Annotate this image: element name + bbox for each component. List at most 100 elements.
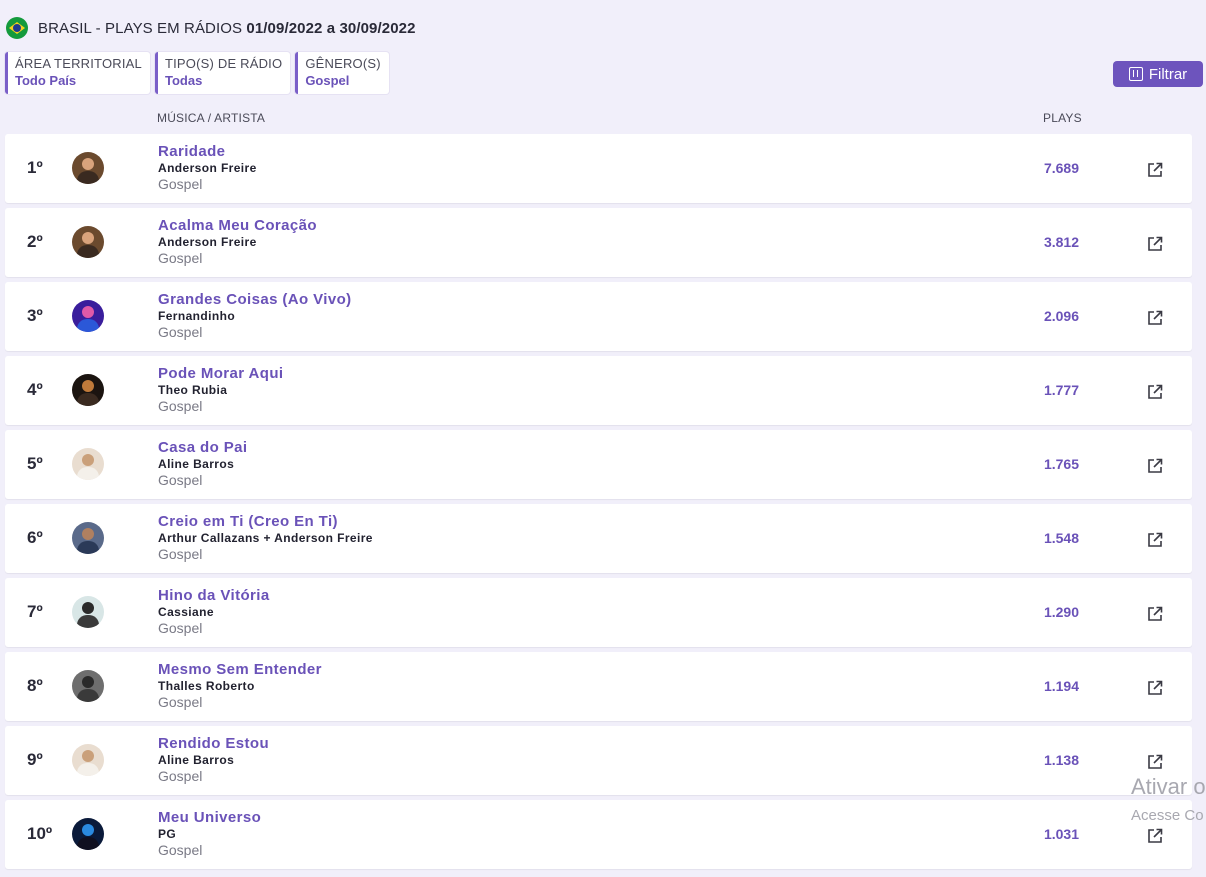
ranking-row: 3º Grandes Coisas (Ao Vivo) Fernandinho … bbox=[5, 282, 1192, 351]
external-link-icon[interactable] bbox=[1146, 605, 1164, 623]
external-link-icon[interactable] bbox=[1146, 753, 1164, 771]
ranking-row: 6º Creio em Ti (Creo En Ti) Arthur Calla… bbox=[5, 504, 1192, 573]
column-header-plays: PLAYS bbox=[1043, 111, 1082, 125]
song-title: Hino da Vitória bbox=[158, 587, 270, 604]
filter-label: ÁREA TERRITORIAL bbox=[15, 56, 142, 71]
artist-name: Aline Barros bbox=[158, 457, 235, 471]
page-title: BRASIL - PLAYS EM RÁDIOS 01/09/2022 a 30… bbox=[38, 20, 416, 37]
artist-avatar bbox=[72, 226, 104, 258]
external-link-icon[interactable] bbox=[1146, 679, 1164, 697]
song-title: Meu Universo bbox=[158, 809, 262, 826]
genre-label: Gospel bbox=[158, 620, 203, 636]
artist-name: Anderson Freire bbox=[158, 235, 257, 249]
plays-count: 2.096 bbox=[1043, 308, 1079, 324]
genre-label: Gospel bbox=[158, 176, 203, 192]
genre-label: Gospel bbox=[158, 842, 203, 858]
plays-count: 1.031 bbox=[1043, 826, 1079, 842]
page-header: BRASIL - PLAYS EM RÁDIOS 01/09/2022 a 30… bbox=[6, 16, 416, 40]
ranking-row: 5º Casa do Pai Aline Barros Gospel 1.765 bbox=[5, 430, 1192, 499]
external-link-icon[interactable] bbox=[1146, 309, 1164, 327]
rank-position: 7º bbox=[27, 602, 43, 621]
external-link-icon[interactable] bbox=[1146, 531, 1164, 549]
song-title: Grandes Coisas (Ao Vivo) bbox=[158, 291, 352, 308]
plays-count: 1.777 bbox=[1043, 382, 1079, 398]
plays-count: 1.194 bbox=[1043, 678, 1079, 694]
ranking-row: 7º Hino da Vitória Cassiane Gospel 1.290 bbox=[5, 578, 1192, 647]
filter-value: Todo País bbox=[15, 73, 77, 88]
external-link-icon[interactable] bbox=[1146, 383, 1164, 401]
filter-radio-type: TIPO(S) DE RÁDIO Todas bbox=[154, 52, 291, 94]
filter-genre: GÊNERO(S) Gospel bbox=[295, 52, 389, 94]
ranking-row: 10º Meu Universo PG Gospel 1.031 bbox=[5, 800, 1192, 869]
filter-label: TIPO(S) DE RÁDIO bbox=[164, 56, 283, 71]
artist-name: Theo Rubia bbox=[158, 383, 228, 397]
genre-label: Gospel bbox=[158, 250, 203, 266]
rank-position: 5º bbox=[27, 454, 43, 473]
artist-name: Fernandinho bbox=[158, 309, 236, 323]
song-title: Mesmo Sem Entender bbox=[158, 661, 322, 678]
filter-sliders-icon bbox=[1128, 67, 1143, 81]
rank-position: 10º bbox=[27, 824, 53, 843]
rank-position: 6º bbox=[27, 528, 43, 547]
plays-count: 3.812 bbox=[1043, 234, 1079, 250]
date-range: 01/09/2022 a 30/09/2022 bbox=[246, 19, 416, 37]
ranking-row: 2º Acalma Meu Coração Anderson Freire Go… bbox=[5, 208, 1192, 277]
plays-count: 7.689 bbox=[1043, 160, 1079, 176]
filter-button-label: Filtrar bbox=[1148, 65, 1188, 83]
filter-area: ÁREA TERRITORIAL Todo País bbox=[5, 52, 150, 94]
filter-button[interactable]: Filtrar bbox=[1113, 61, 1203, 87]
ranking-list: 1º Raridade Anderson Freire Gospel 7.689… bbox=[5, 134, 1192, 874]
ranking-row: 9º Rendido Estou Aline Barros Gospel 1.1… bbox=[5, 726, 1192, 795]
song-title: Creio em Ti (Creo En Ti) bbox=[158, 513, 338, 530]
artist-avatar bbox=[72, 744, 104, 776]
brazil-flag-icon bbox=[6, 17, 28, 39]
song-title: Raridade bbox=[158, 143, 226, 160]
plays-count: 1.138 bbox=[1043, 752, 1079, 768]
external-link-icon[interactable] bbox=[1146, 827, 1164, 845]
genre-label: Gospel bbox=[158, 398, 203, 414]
external-link-icon[interactable] bbox=[1146, 161, 1164, 179]
artist-avatar bbox=[72, 670, 104, 702]
windows-activation-watermark-sub: Acesse Co bbox=[1131, 807, 1204, 824]
filter-value: Gospel bbox=[305, 73, 350, 88]
genre-label: Gospel bbox=[158, 546, 203, 562]
artist-name: Arthur Callazans + Anderson Freire bbox=[158, 531, 373, 545]
song-title: Rendido Estou bbox=[158, 735, 270, 752]
artist-avatar bbox=[72, 596, 104, 628]
genre-label: Gospel bbox=[158, 768, 203, 784]
ranking-row: 8º Mesmo Sem Entender Thalles Roberto Go… bbox=[5, 652, 1192, 721]
genre-label: Gospel bbox=[158, 472, 203, 488]
song-title: Casa do Pai bbox=[158, 439, 248, 456]
ranking-row: 1º Raridade Anderson Freire Gospel 7.689 bbox=[5, 134, 1192, 203]
rank-position: 1º bbox=[27, 158, 43, 177]
song-title: Pode Morar Aqui bbox=[158, 365, 284, 382]
artist-name: Thalles Roberto bbox=[158, 679, 255, 693]
column-header-music-artist: MÚSICA / ARTISTA bbox=[157, 111, 266, 125]
song-title: Acalma Meu Coração bbox=[158, 217, 317, 234]
external-link-icon[interactable] bbox=[1146, 457, 1164, 475]
artist-name: PG bbox=[158, 827, 177, 841]
artist-avatar bbox=[72, 818, 104, 850]
filter-label: GÊNERO(S) bbox=[305, 56, 381, 71]
external-link-icon[interactable] bbox=[1146, 235, 1164, 253]
artist-name: Anderson Freire bbox=[158, 161, 257, 175]
artist-name: Aline Barros bbox=[158, 753, 235, 767]
genre-label: Gospel bbox=[158, 324, 203, 340]
artist-avatar bbox=[72, 152, 104, 184]
artist-avatar bbox=[72, 300, 104, 332]
active-filters: ÁREA TERRITORIAL Todo País TIPO(S) DE RÁ… bbox=[5, 52, 389, 94]
rank-position: 3º bbox=[27, 306, 43, 325]
title-prefix: BRASIL - PLAYS EM RÁDIOS bbox=[38, 19, 243, 37]
rank-position: 9º bbox=[27, 750, 43, 769]
artist-avatar bbox=[72, 448, 104, 480]
plays-count: 1.548 bbox=[1043, 530, 1079, 546]
plays-count: 1.290 bbox=[1043, 604, 1079, 620]
ranking-row: 4º Pode Morar Aqui Theo Rubia Gospel 1.7… bbox=[5, 356, 1192, 425]
windows-activation-watermark: Ativar o bbox=[1131, 774, 1206, 799]
rank-position: 4º bbox=[27, 380, 43, 399]
genre-label: Gospel bbox=[158, 694, 203, 710]
artist-avatar bbox=[72, 522, 104, 554]
rank-position: 2º bbox=[27, 232, 43, 251]
plays-count: 1.765 bbox=[1043, 456, 1079, 472]
artist-name: Cassiane bbox=[158, 605, 214, 619]
